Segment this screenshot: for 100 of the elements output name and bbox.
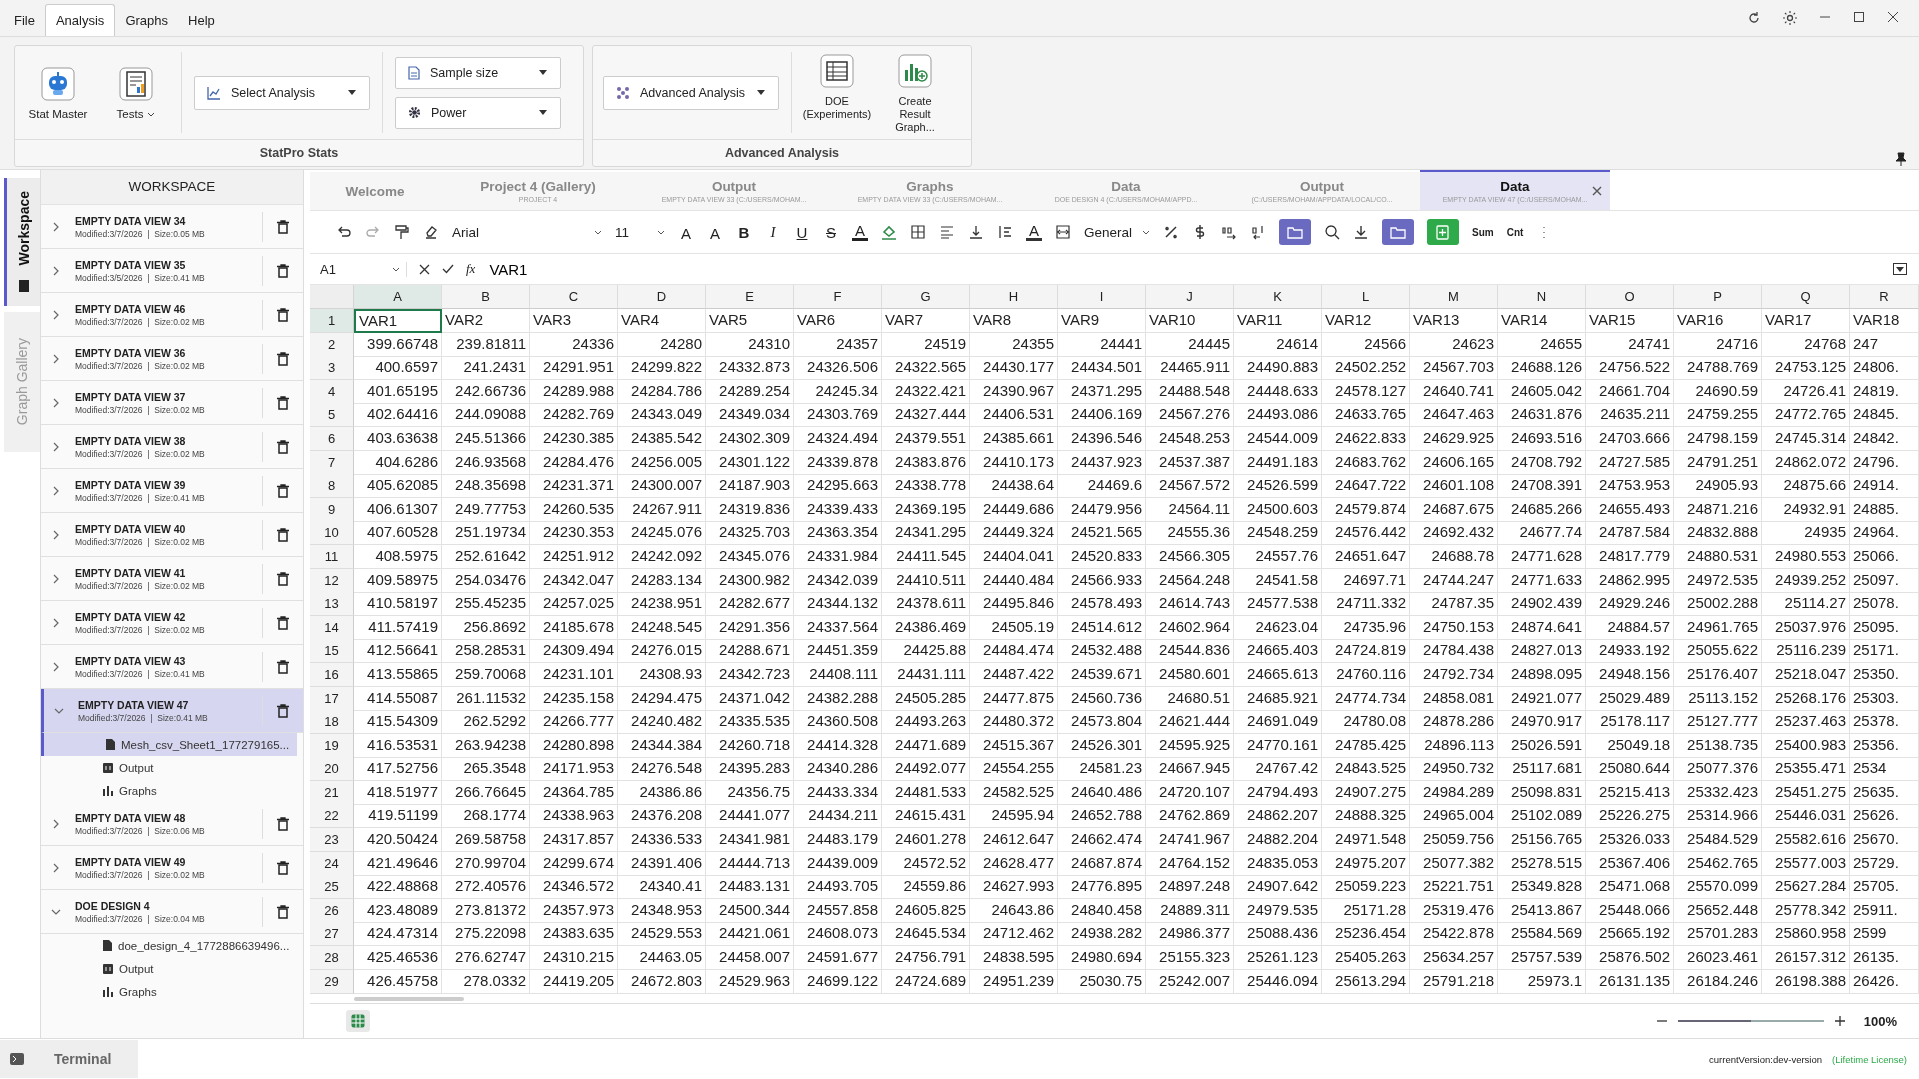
row-header[interactable]: 19 bbox=[310, 733, 354, 758]
column-header[interactable]: G bbox=[882, 285, 970, 309]
chevron-icon[interactable] bbox=[51, 309, 61, 320]
tree-item[interactable]: Output bbox=[41, 756, 303, 779]
column-header[interactable]: J bbox=[1146, 285, 1234, 309]
row-header[interactable]: 22 bbox=[310, 804, 354, 829]
expand-icon[interactable] bbox=[1893, 263, 1907, 275]
trash-icon[interactable] bbox=[277, 904, 289, 919]
trash-icon[interactable] bbox=[277, 816, 289, 831]
column-header[interactable]: R bbox=[1850, 285, 1919, 309]
column-header[interactable]: C bbox=[530, 285, 618, 309]
tree-item[interactable]: Graphs bbox=[41, 779, 303, 802]
function-label[interactable]: fx bbox=[466, 261, 476, 277]
row-header[interactable]: 27 bbox=[310, 922, 354, 947]
side-tab[interactable]: Workspace bbox=[4, 178, 40, 306]
fill-color-icon[interactable] bbox=[881, 224, 897, 240]
column-header[interactable]: M bbox=[1410, 285, 1498, 309]
add-button[interactable] bbox=[1427, 219, 1460, 245]
chevron-icon[interactable] bbox=[51, 573, 61, 584]
trash-icon[interactable] bbox=[277, 860, 289, 875]
name-box[interactable]: A1 bbox=[314, 261, 407, 277]
row-header[interactable]: 13 bbox=[310, 592, 354, 617]
workspace-item[interactable]: EMPTY DATA VIEW 42 Modified:3/7/2026 | Size:0.02 MB bbox=[41, 601, 303, 645]
row-header[interactable]: 26 bbox=[310, 898, 354, 923]
terminal-button[interactable]: Terminal bbox=[0, 1040, 138, 1078]
align-icon[interactable] bbox=[939, 224, 955, 240]
maximize-icon[interactable] bbox=[1853, 11, 1865, 23]
row-header[interactable]: 6 bbox=[310, 426, 354, 451]
toolbar-button[interactable]: Cnt bbox=[1506, 226, 1524, 238]
column-header[interactable]: B bbox=[442, 285, 530, 309]
eraser-icon[interactable] bbox=[423, 224, 439, 240]
row-header[interactable]: 11 bbox=[310, 544, 354, 569]
row-header[interactable]: 23 bbox=[310, 828, 354, 853]
row-header[interactable]: 10 bbox=[310, 521, 354, 546]
chevron-icon[interactable] bbox=[51, 397, 61, 408]
row-header[interactable]: 21 bbox=[310, 780, 354, 805]
column-header[interactable]: D bbox=[618, 285, 706, 309]
column-header[interactable]: L bbox=[1322, 285, 1410, 309]
menu-item[interactable]: Help bbox=[178, 5, 225, 36]
formula-field[interactable]: VAR1 bbox=[487, 259, 1881, 279]
text-wrap-icon[interactable] bbox=[997, 224, 1013, 240]
row-header[interactable]: 16 bbox=[310, 662, 354, 687]
workspace-item[interactable]: EMPTY DATA VIEW 49 Modified:3/7/2026 | Size:0.02 MB bbox=[41, 846, 303, 890]
trash-icon[interactable] bbox=[277, 615, 289, 630]
percent-icon[interactable] bbox=[1163, 224, 1180, 240]
tree-item[interactable]: Mesh_csv_Sheet1_177279165... bbox=[41, 733, 297, 756]
column-header[interactable]: A bbox=[354, 285, 442, 309]
trash-icon[interactable] bbox=[277, 219, 289, 234]
column-header[interactable]: E bbox=[706, 285, 794, 309]
vertical-align-icon[interactable] bbox=[968, 224, 984, 240]
trash-icon[interactable] bbox=[277, 571, 289, 586]
row-header[interactable]: 17 bbox=[310, 686, 354, 711]
check-icon[interactable] bbox=[442, 264, 454, 274]
dropdown-button[interactable]: Power bbox=[395, 96, 561, 129]
menu-item[interactable]: Analysis bbox=[44, 4, 116, 36]
column-header[interactable]: O bbox=[1586, 285, 1674, 309]
tree-item[interactable]: Output bbox=[41, 957, 303, 980]
dropdown-button[interactable]: Sample size bbox=[395, 56, 561, 89]
chevron-icon[interactable] bbox=[51, 485, 61, 496]
column-header[interactable]: N bbox=[1498, 285, 1586, 309]
chevron-icon[interactable] bbox=[51, 862, 61, 873]
row-header[interactable]: 25 bbox=[310, 875, 354, 900]
column-header[interactable]: Q bbox=[1762, 285, 1850, 309]
toolbar-select[interactable]: General bbox=[1084, 224, 1151, 240]
ribbon-button[interactable]: Stat Master bbox=[25, 64, 91, 121]
workspace-item[interactable]: EMPTY DATA VIEW 38 Modified:3/7/2026 | Size:0.02 MB bbox=[41, 425, 303, 469]
ribbon-button[interactable]: DOE (Experiments) bbox=[804, 51, 870, 134]
row-header[interactable]: 24 bbox=[310, 851, 354, 876]
chevron-icon[interactable] bbox=[51, 661, 61, 672]
row-header[interactable]: 8 bbox=[310, 474, 354, 499]
row-header[interactable]: 2 bbox=[310, 332, 354, 357]
font-color-button[interactable]: A bbox=[852, 223, 868, 241]
sun-icon[interactable] bbox=[1783, 11, 1797, 25]
close-icon[interactable] bbox=[1592, 186, 1602, 196]
row-header[interactable]: 3 bbox=[310, 356, 354, 381]
row-header[interactable]: 1 bbox=[310, 309, 354, 333]
chevron-icon[interactable] bbox=[51, 617, 61, 628]
trash-icon[interactable] bbox=[277, 527, 289, 542]
menu-item[interactable]: File bbox=[4, 5, 45, 36]
trash-icon[interactable] bbox=[277, 483, 289, 498]
ribbon-button[interactable]: Tests bbox=[103, 64, 169, 121]
row-header[interactable]: 7 bbox=[310, 450, 354, 475]
column-header[interactable]: H bbox=[970, 285, 1058, 309]
pin-icon[interactable] bbox=[1895, 152, 1907, 166]
chevron-icon[interactable] bbox=[51, 221, 61, 232]
merge-icon[interactable] bbox=[1055, 224, 1071, 240]
sheet-button[interactable] bbox=[346, 1010, 370, 1032]
column-header[interactable]: F bbox=[794, 285, 882, 309]
italic-button[interactable]: I bbox=[765, 223, 781, 241]
row-header[interactable]: 9 bbox=[310, 497, 354, 522]
tree-item[interactable]: Graphs bbox=[41, 980, 303, 1003]
trash-icon[interactable] bbox=[277, 439, 289, 454]
row-header[interactable]: 5 bbox=[310, 403, 354, 428]
column-header[interactable]: K bbox=[1234, 285, 1322, 309]
toolbar-select[interactable]: 11 bbox=[615, 224, 665, 240]
tree-item[interactable]: doe_design_4_1772886639496... bbox=[41, 934, 303, 957]
chevron-icon[interactable] bbox=[51, 818, 61, 829]
trash-icon[interactable] bbox=[277, 351, 289, 366]
menu-item[interactable]: Graphs bbox=[115, 5, 178, 36]
download-icon[interactable] bbox=[1353, 224, 1370, 240]
